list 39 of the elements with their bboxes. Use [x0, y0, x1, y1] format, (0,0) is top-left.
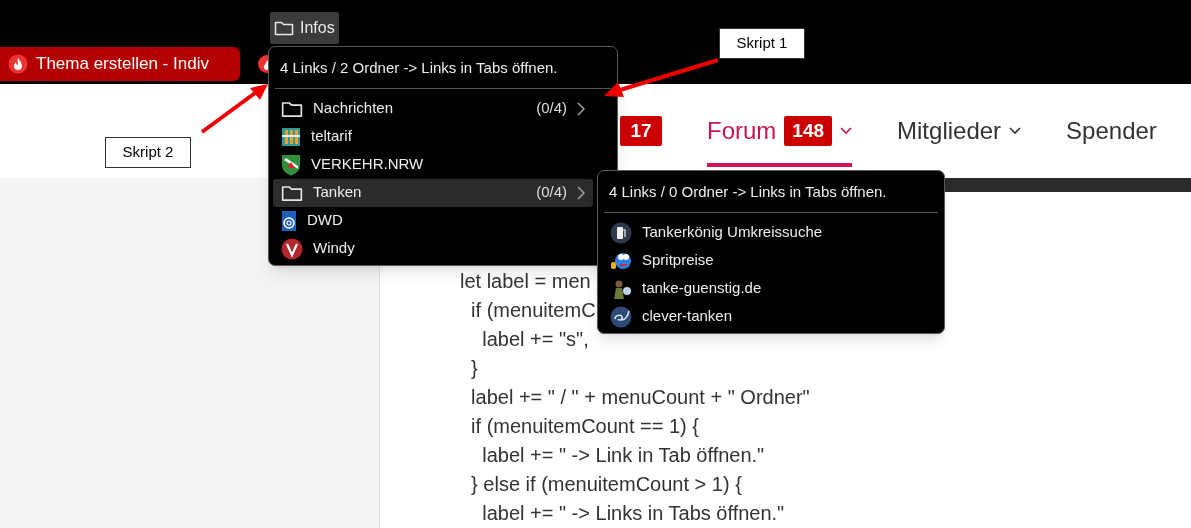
menu-item[interactable]: teltarif	[273, 122, 593, 151]
count-badge: 148	[784, 116, 833, 146]
folder-icon	[281, 99, 303, 118]
browser-tab[interactable]: Thema erstellen - Indiv	[0, 47, 240, 81]
menu-header: 4 Links / 2 Ordner -> Links in Tabs öffnen.	[279, 58, 559, 78]
nav-link[interactable]: Forum 148	[707, 117, 853, 167]
menu-item[interactable]: Windy	[273, 234, 593, 263]
nav-link[interactable]: Spender	[1066, 117, 1157, 167]
callout-label: Skript 1	[719, 28, 805, 59]
menu-header: 4 Links / 0 Ordner -> Links in Tabs öffnen.	[608, 182, 888, 202]
menu-item[interactable]: Nachrichten (0/4)	[273, 94, 593, 123]
notification-badge: 17	[620, 116, 662, 146]
code-line: }	[470, 356, 478, 381]
menu-item[interactable]: Spritpreise	[602, 246, 922, 275]
bookmark-folder[interactable]: Infos	[270, 12, 339, 44]
menu-item[interactable]: DWD	[273, 206, 593, 235]
fuel-pump-icon	[610, 221, 632, 244]
callout-label: Skript 2	[105, 137, 191, 168]
shield-icon	[281, 153, 301, 176]
flame-icon	[8, 54, 28, 74]
folder-icon	[274, 20, 294, 36]
code-line: if (menuitemCount == 1) {	[470, 414, 699, 439]
nav-link[interactable]: Mitglieder	[897, 117, 1022, 167]
chevron-right-icon	[577, 185, 585, 200]
code-line: let label = men	[460, 269, 591, 294]
arrow	[200, 84, 268, 134]
code-line: label += "s",	[481, 327, 589, 352]
code-line: label += " -> Links in Tabs öffnen."	[481, 501, 785, 526]
chevron-right-icon	[577, 101, 585, 116]
menu-item[interactable]: Tanken (0/4)	[273, 178, 593, 207]
folder-icon	[281, 183, 303, 202]
menu-item[interactable]: clever-tanken	[602, 302, 922, 331]
menu-item[interactable]: Tankerkönig Umkreissuche	[602, 218, 922, 247]
menu-item[interactable]: VERKEHR.NRW	[273, 150, 593, 179]
code-line: if (menuitemC	[470, 298, 596, 323]
code-line: } else if (menuitemCount > 1) {	[470, 472, 742, 497]
code-line: label += " -> Link in Tab öffnen."	[481, 443, 765, 468]
code-line: label += " / " + menuCount + " Ordner"	[470, 385, 810, 410]
menu-item[interactable]: tanke-guenstig.de	[602, 274, 922, 303]
